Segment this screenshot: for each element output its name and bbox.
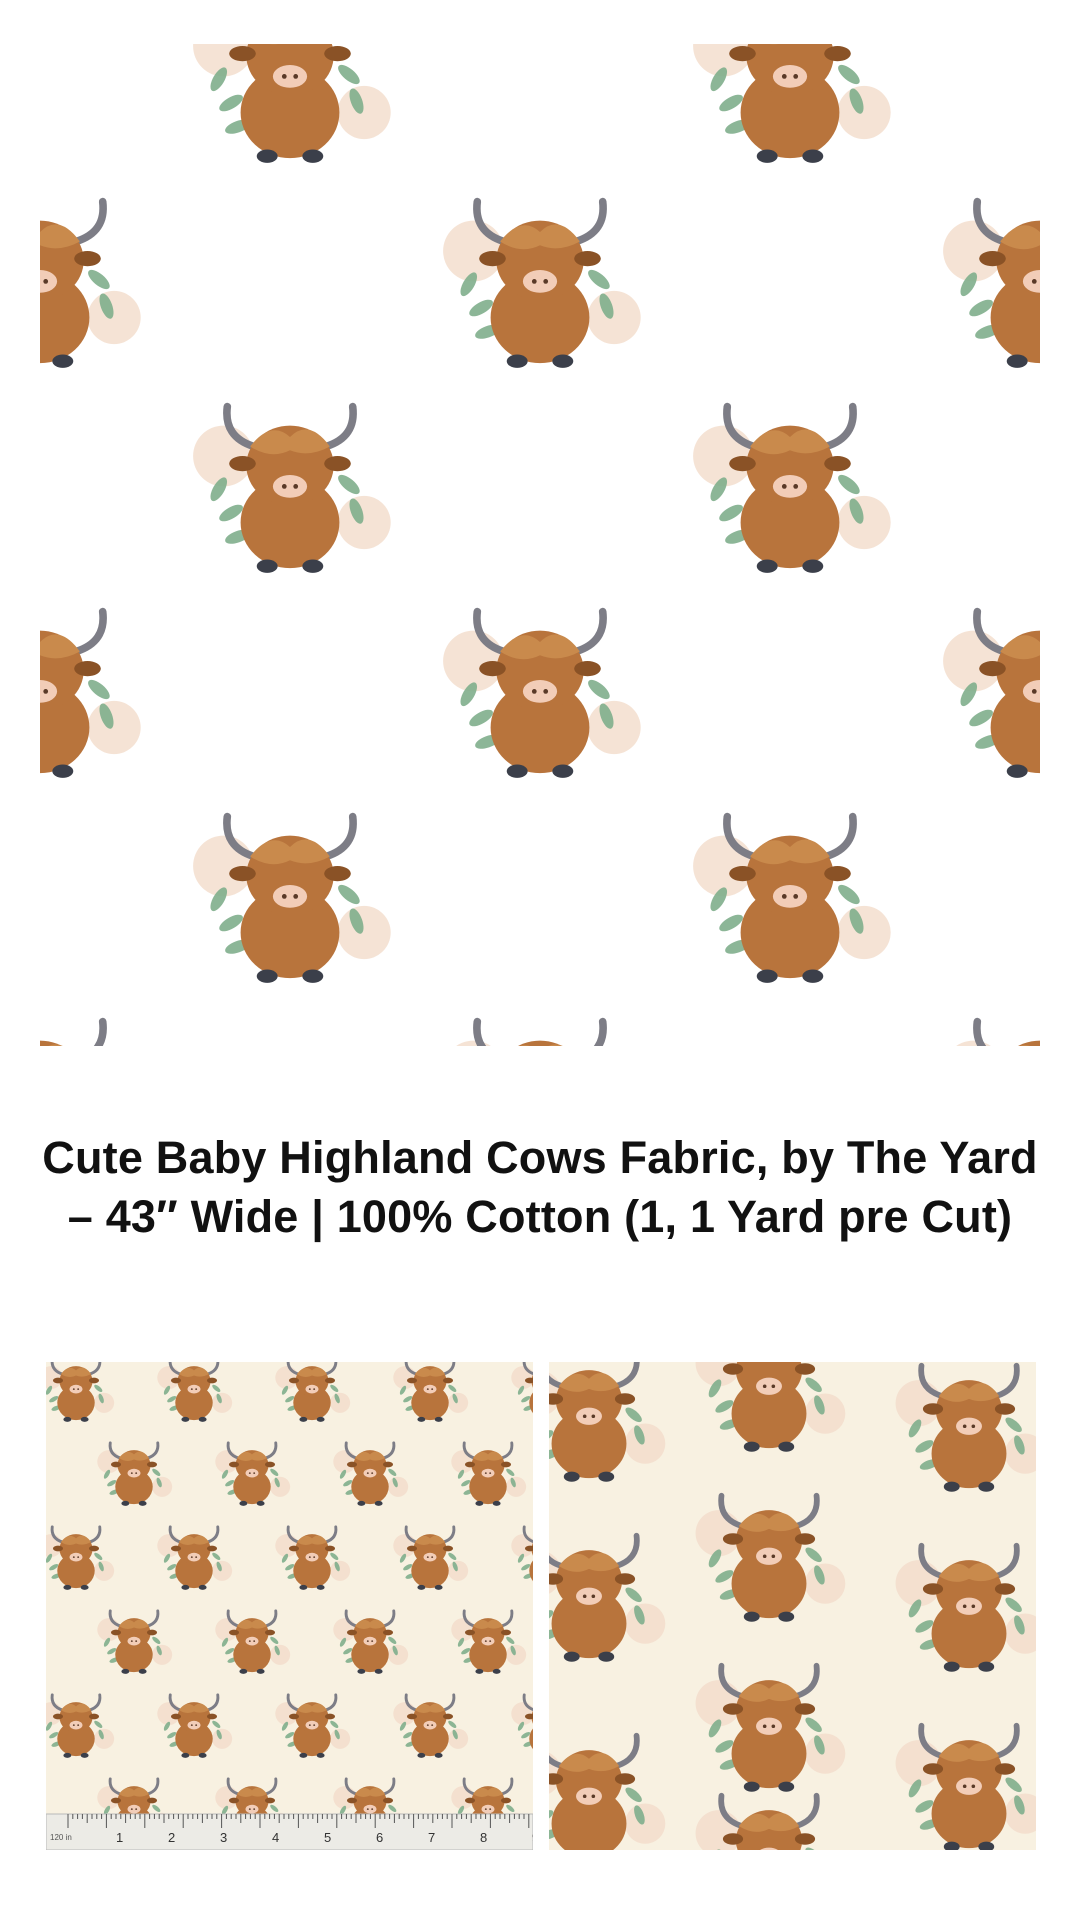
highland-cow-illustration	[333, 1441, 409, 1506]
highland-cow-illustration	[549, 1532, 666, 1662]
highland-cow-illustration	[333, 1609, 409, 1674]
highland-cow-illustration	[451, 1609, 527, 1674]
highland-cow-illustration	[549, 1732, 666, 1850]
ruler-number: 7	[428, 1830, 435, 1845]
highland-cow-illustration	[511, 1362, 533, 1414]
highland-cow-illustration	[693, 44, 891, 163]
highland-cow-illustration	[193, 812, 391, 983]
ruler-number: 8	[480, 1830, 487, 1845]
highland-cow-illustration	[46, 1525, 115, 1590]
highland-cow-illustration	[193, 44, 391, 163]
highland-cow-illustration	[46, 1693, 115, 1758]
highland-cow-illustration	[693, 812, 891, 983]
highland-cow-illustration	[157, 1693, 233, 1758]
highland-cow-illustration	[693, 402, 891, 573]
highland-cow-illustration	[275, 1693, 351, 1758]
highland-cow-illustration	[695, 1662, 846, 1792]
highland-cow-illustration	[215, 1441, 291, 1506]
ruler-unit-label: 120 in	[50, 1833, 72, 1842]
highland-cow-illustration	[943, 197, 1040, 368]
ruler-number: 5	[324, 1830, 331, 1845]
ruler-number: 2	[168, 1830, 175, 1845]
highland-cow-illustration	[511, 1693, 533, 1750]
ruler-number: 6	[376, 1830, 383, 1845]
highland-cow-illustration	[157, 1525, 233, 1590]
highland-cow-illustration	[215, 1609, 291, 1674]
highland-cow-illustration	[511, 1525, 533, 1582]
highland-cow-illustration	[895, 1722, 1036, 1850]
highland-cow-illustration	[157, 1362, 233, 1422]
fabric-swatch-thumbnail-small-scale[interactable]: 120 in 1 2 3 4 5 6 7 8 9	[46, 1362, 533, 1850]
highland-cow-illustration	[97, 1609, 173, 1674]
product-title: Cute Baby Highland Cows Fabric, by The Y…	[42, 1132, 1038, 1242]
fabric-swatch-thumbnail-closeup[interactable]	[549, 1362, 1036, 1850]
highland-cow-illustration	[895, 1362, 1036, 1492]
highland-cow-illustration	[695, 1362, 846, 1452]
highland-cow-illustration	[193, 402, 391, 573]
highland-cow-illustration	[695, 1492, 846, 1622]
highland-cow-illustration	[393, 1693, 469, 1758]
highland-cow-illustration	[956, 1017, 1040, 1046]
highland-cow-illustration	[451, 1441, 527, 1506]
ruler-number: 1	[116, 1830, 123, 1845]
ruler-number: 9	[532, 1830, 533, 1845]
ruler-number: 3	[220, 1830, 227, 1845]
highland-cow-illustration	[46, 1362, 115, 1422]
measuring-tape: 120 in 1 2 3 4 5 6 7 8 9	[46, 1813, 533, 1850]
highland-cow-illustration	[393, 1525, 469, 1590]
highland-cow-illustration	[895, 1542, 1036, 1672]
highland-cow-illustration	[275, 1525, 351, 1590]
highland-cow-illustration	[275, 1362, 351, 1422]
highland-cow-illustration	[443, 197, 641, 368]
product-main-image[interactable]	[40, 44, 1040, 1046]
highland-cow-illustration	[456, 1017, 607, 1046]
highland-cow-illustration	[40, 607, 141, 778]
ruler-number: 4	[272, 1830, 279, 1845]
highland-cow-illustration	[443, 607, 641, 778]
highland-cow-illustration	[549, 1362, 666, 1482]
highland-cow-illustration	[97, 1441, 173, 1506]
highland-cow-illustration	[40, 1017, 107, 1046]
highland-cow-illustration	[393, 1362, 469, 1422]
highland-cow-illustration	[695, 1792, 822, 1850]
highland-cow-illustration	[943, 607, 1040, 778]
highland-cow-illustration	[40, 197, 141, 368]
